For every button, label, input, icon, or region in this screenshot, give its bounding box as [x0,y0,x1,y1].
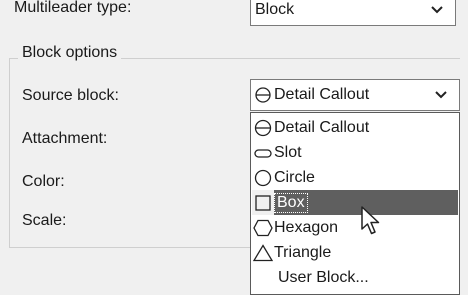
option-box[interactable]: Box [252,190,458,215]
chevron-down-icon [431,6,455,14]
color-label: Color: [22,173,65,190]
triangle-icon [252,243,274,262]
circle-icon [252,169,274,187]
multileader-type-select[interactable]: Block [250,0,456,26]
block-options-title: Block options [18,44,122,62]
attachment-label: Attachment: [22,130,108,147]
source-block-value: Detail Callout [274,86,370,103]
chevron-down-icon [435,91,459,99]
option-detail-callout[interactable]: Detail Callout [252,115,458,140]
source-block-select[interactable]: Detail Callout [250,79,460,111]
source-block-label: Source block: [22,87,119,104]
option-circle[interactable]: Circle [252,165,458,190]
scale-label: Scale: [22,212,67,229]
multileader-type-value: Block [255,1,295,18]
mouse-cursor-icon [360,205,382,237]
slot-icon [252,148,274,158]
source-block-dropdown-list: Detail Callout Slot Circle Box Hexagon T… [250,112,460,295]
hexagon-icon [252,219,274,237]
box-icon [252,190,274,215]
detail-callout-icon [252,119,274,137]
multileader-type-label: Multileader type: [14,0,132,16]
option-hexagon[interactable]: Hexagon [252,215,458,240]
detail-callout-icon [255,87,271,103]
option-triangle[interactable]: Triangle [252,240,458,265]
option-user-block[interactable]: User Block... [252,265,458,290]
option-slot[interactable]: Slot [252,140,458,165]
